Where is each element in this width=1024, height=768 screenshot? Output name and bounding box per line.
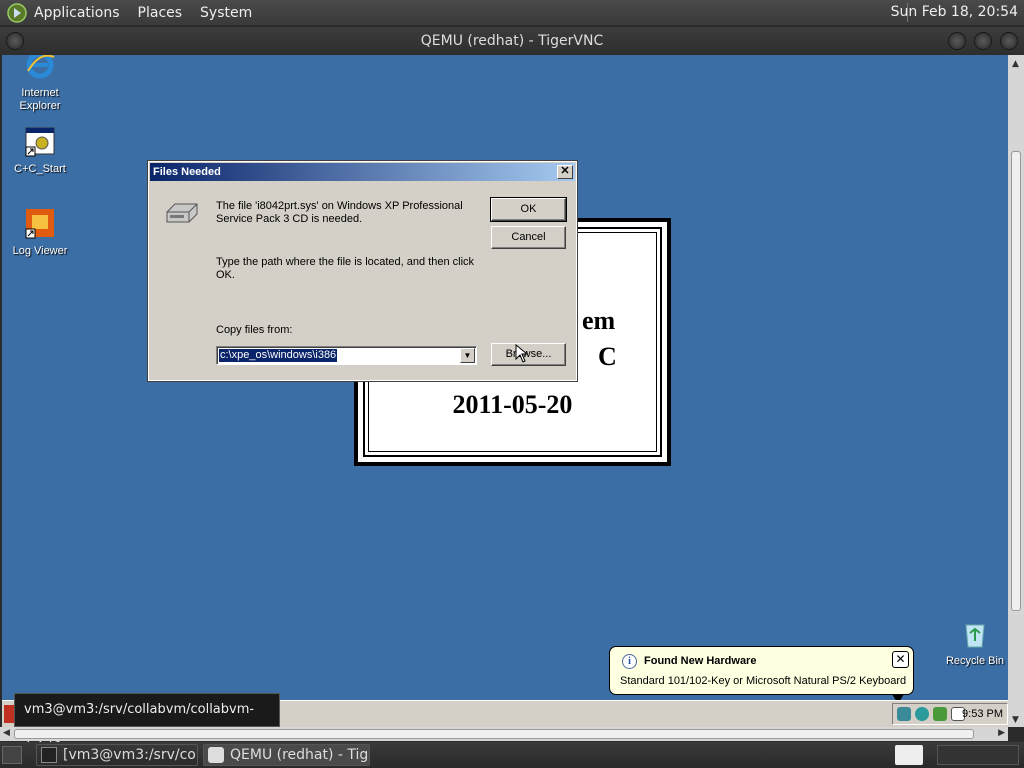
copy-files-combobox[interactable]: c:\xpe_os\windows\i386 ▼ (216, 346, 477, 365)
tigervnc-icon (208, 747, 224, 763)
vertical-scroll-thumb[interactable] (1011, 151, 1021, 611)
recycle-bin-icon (965, 624, 985, 648)
desktop-icon-recycle-bin[interactable]: Recycle Bin (937, 617, 1008, 668)
window-menu-icon[interactable] (6, 32, 24, 50)
start-button[interactable] (4, 705, 14, 723)
network-tray-icon[interactable] (915, 707, 929, 721)
scroll-left-icon[interactable]: ◀ (3, 728, 10, 738)
desktop-icon-label: Internet Explorer (19, 87, 61, 112)
log-viewer-icon (25, 209, 54, 239)
internet-explorer-icon (26, 55, 55, 79)
terminal-icon (41, 747, 57, 763)
gnome-foot-icon[interactable] (6, 2, 28, 24)
vnc-window-titlebar[interactable]: QEMU (redhat) - TigerVNC (0, 27, 1024, 55)
shortcut-icon (25, 127, 55, 157)
maximize-icon[interactable] (974, 32, 992, 50)
panel-clock[interactable]: Sun Feb 18, 20:54 (891, 4, 1018, 20)
system-menu[interactable]: System (200, 5, 252, 21)
cd-drive-icon (166, 203, 198, 223)
ok-button[interactable]: OK (490, 197, 567, 222)
dialog-close-button[interactable]: ✕ (557, 165, 573, 179)
close-icon[interactable] (1000, 32, 1018, 50)
dialog-titlebar[interactable]: Files Needed ✕ (150, 163, 575, 181)
desktop-icon-label: Recycle Bin (945, 655, 1005, 667)
task-qemu-vnc[interactable]: QEMU (redhat) - Tig... (203, 744, 370, 766)
horizontal-scrollbar[interactable]: ◀ ▶ (0, 727, 1008, 741)
vm-clock[interactable]: 9:53 PM (962, 708, 1003, 720)
dialog-message: The file 'i8042prt.sys' on Windows XP Pr… (216, 200, 463, 225)
vertical-scrollbar[interactable]: ▲ ▼ (1008, 55, 1024, 727)
splash-date: 2011-05-20 (452, 390, 573, 419)
desktop-icon-internet-explorer[interactable]: Internet Explorer (2, 55, 78, 113)
dialog-title: Files Needed (153, 166, 221, 178)
show-desktop-icon[interactable] (2, 746, 22, 764)
task-label: QEMU (redhat) - Tig... (230, 747, 370, 763)
files-needed-dialog: Files Needed ✕ The file 'i8042prt.sys' o… (147, 160, 578, 382)
cancel-button[interactable]: Cancel (491, 226, 566, 249)
copy-files-value[interactable]: c:\xpe_os\windows\i386 (219, 349, 338, 362)
found-new-hardware-balloon[interactable]: i Found New Hardware Standard 101/102-Ke… (609, 646, 914, 704)
bottom-panel: [vm3@vm3:/srv/col... QEMU (redhat) - Tig… (0, 742, 1024, 768)
workspace-switcher[interactable] (937, 745, 1019, 765)
usb-tray-icon[interactable] (933, 707, 947, 721)
desktop-icon-label: C+C_Start (14, 163, 66, 175)
desktop-icon-cc-start[interactable]: C+C_Start (2, 125, 78, 176)
balloon-close-button[interactable]: ✕ (892, 651, 909, 668)
balloon-title: Found New Hardware (644, 655, 757, 667)
chevron-down-icon[interactable]: ▼ (460, 348, 475, 363)
host-tooltip: vm3@vm3:/srv/collabvm/collabvm-1.2.ts (14, 693, 280, 749)
desktop-icon-label: Log Viewer (12, 245, 68, 257)
task-terminal[interactable]: [vm3@vm3:/srv/col... (36, 744, 198, 766)
balloon-message: Standard 101/102-Key or Microsoft Natura… (620, 675, 907, 687)
dialog-instruction: Type the path where the file is located,… (216, 256, 475, 281)
info-icon: i (622, 654, 637, 669)
scroll-up-icon[interactable]: ▲ (1012, 59, 1019, 69)
splash-text-line2: C (598, 342, 617, 371)
desktop-icon-log-viewer[interactable]: Log Viewer (2, 207, 78, 258)
places-menu[interactable]: Places (138, 5, 183, 21)
top-panel: Applications Places System Sun Feb 18, 2… (0, 0, 1024, 25)
mouse-cursor-icon (515, 344, 529, 363)
splash-text-line1: em (582, 306, 616, 335)
task-label: [vm3@vm3:/srv/col... (63, 747, 197, 763)
system-tray: 9:53 PM (892, 703, 1008, 725)
hardware-tray-icon[interactable] (897, 707, 911, 721)
scroll-down-icon[interactable]: ▼ (1012, 715, 1019, 725)
scroll-right-icon[interactable]: ▶ (998, 728, 1005, 738)
vnc-window-title: QEMU (redhat) - TigerVNC (420, 33, 604, 49)
horizontal-scroll-thumb[interactable] (14, 729, 974, 739)
tigervnc-tray-icon[interactable] (895, 745, 923, 765)
applications-menu[interactable]: Applications (34, 5, 120, 21)
vm-desktop[interactable]: Internet Explorer C+C_Start Log Viewer R… (2, 55, 1008, 727)
minimize-icon[interactable] (948, 32, 966, 50)
copy-files-label: Copy files from: (216, 324, 293, 336)
